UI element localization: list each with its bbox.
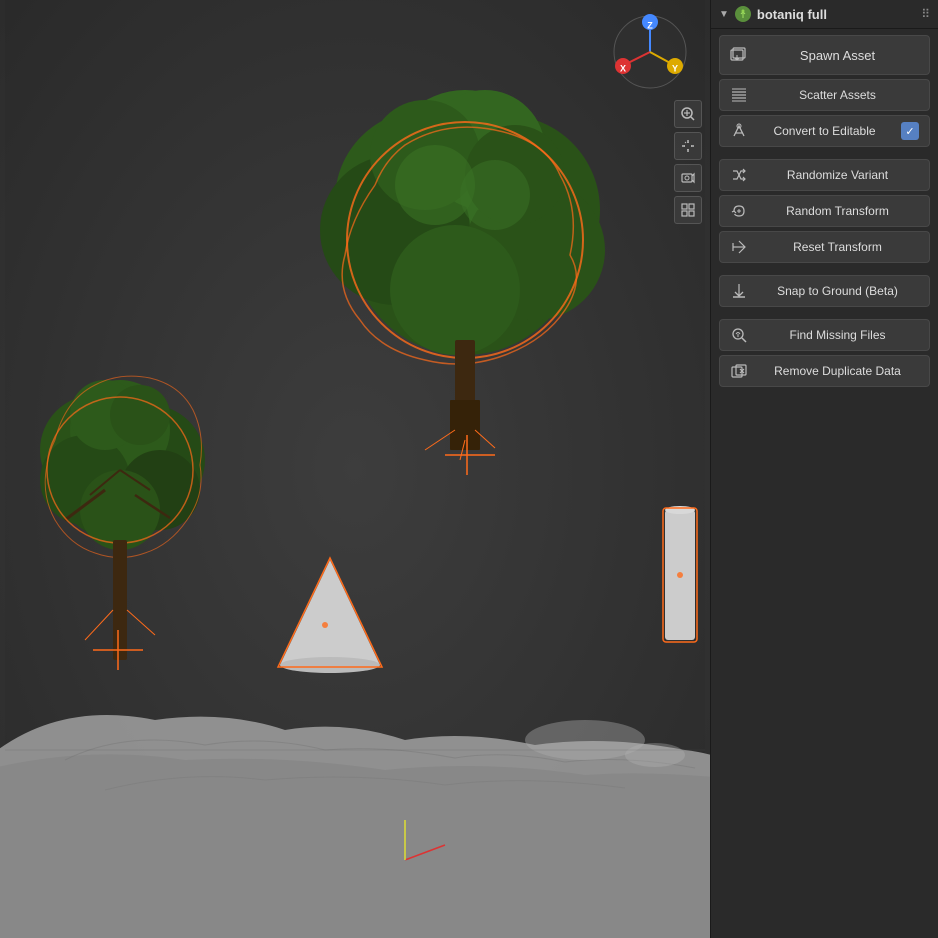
snap-to-ground-button[interactable]: Snap to Ground (Beta) [719,275,930,307]
reset-transform-icon [730,238,748,256]
random-transform-icon [730,202,748,220]
3d-viewport[interactable]: Z X Y [0,0,710,938]
svg-text:X: X [620,63,626,73]
randomize-variant-icon [730,166,748,184]
spawn-asset-label: Spawn Asset [756,48,919,63]
panel-menu-dots[interactable]: ⠿ [921,7,930,21]
find-missing-files-button[interactable]: Find Missing Files [719,319,930,351]
random-transform-button[interactable]: Random Transform [719,195,930,227]
convert-to-editable-checkbox[interactable]: ✓ [901,122,919,140]
zoom-control-btn[interactable] [674,100,702,128]
reset-transform-label: Reset Transform [756,240,919,254]
remove-duplicate-data-icon [730,362,748,380]
viewport-controls [674,100,702,224]
remove-duplicate-data-label: Remove Duplicate Data [756,364,919,378]
grid-control-btn[interactable] [674,196,702,224]
convert-to-editable-button[interactable]: Convert to Editable ✓ [719,115,930,147]
panel-collapse-arrow[interactable]: ▼ [719,9,729,20]
snap-to-ground-icon [730,282,748,300]
divider-1 [719,151,930,155]
randomize-variant-label: Randomize Variant [756,168,919,182]
find-missing-files-label: Find Missing Files [756,328,919,342]
scatter-assets-label: Scatter Assets [756,88,919,102]
snap-to-ground-label: Snap to Ground (Beta) [756,284,919,298]
randomize-variant-button[interactable]: Randomize Variant [719,159,930,191]
reset-transform-button[interactable]: Reset Transform [719,231,930,263]
botaniq-panel-icon [735,6,751,22]
spawn-asset-button[interactable]: Spawn Asset [719,35,930,75]
svg-text:Z: Z [647,20,653,30]
pan-control-btn[interactable] [674,132,702,160]
viewport-gizmo[interactable]: Z X Y [610,12,690,92]
scatter-assets-icon [730,86,748,104]
find-missing-files-icon [730,326,748,344]
right-panel: ▼ botaniq full ⠿ [710,0,938,938]
camera-control-btn[interactable] [674,164,702,192]
convert-to-editable-label: Convert to Editable [756,124,893,138]
terrain-base [0,754,710,938]
remove-duplicate-data-button[interactable]: Remove Duplicate Data [719,355,930,387]
divider-3 [719,311,930,315]
convert-to-editable-icon [730,122,748,140]
svg-text:Y: Y [672,63,678,73]
spawn-asset-icon [730,46,748,64]
panel-buttons-container: Spawn Asset Scatter Assets [711,29,938,393]
divider-2 [719,267,930,271]
scatter-assets-button[interactable]: Scatter Assets [719,79,930,111]
panel-title: botaniq full [757,7,915,22]
random-transform-label: Random Transform [756,204,919,218]
panel-header: ▼ botaniq full ⠿ [711,0,938,29]
